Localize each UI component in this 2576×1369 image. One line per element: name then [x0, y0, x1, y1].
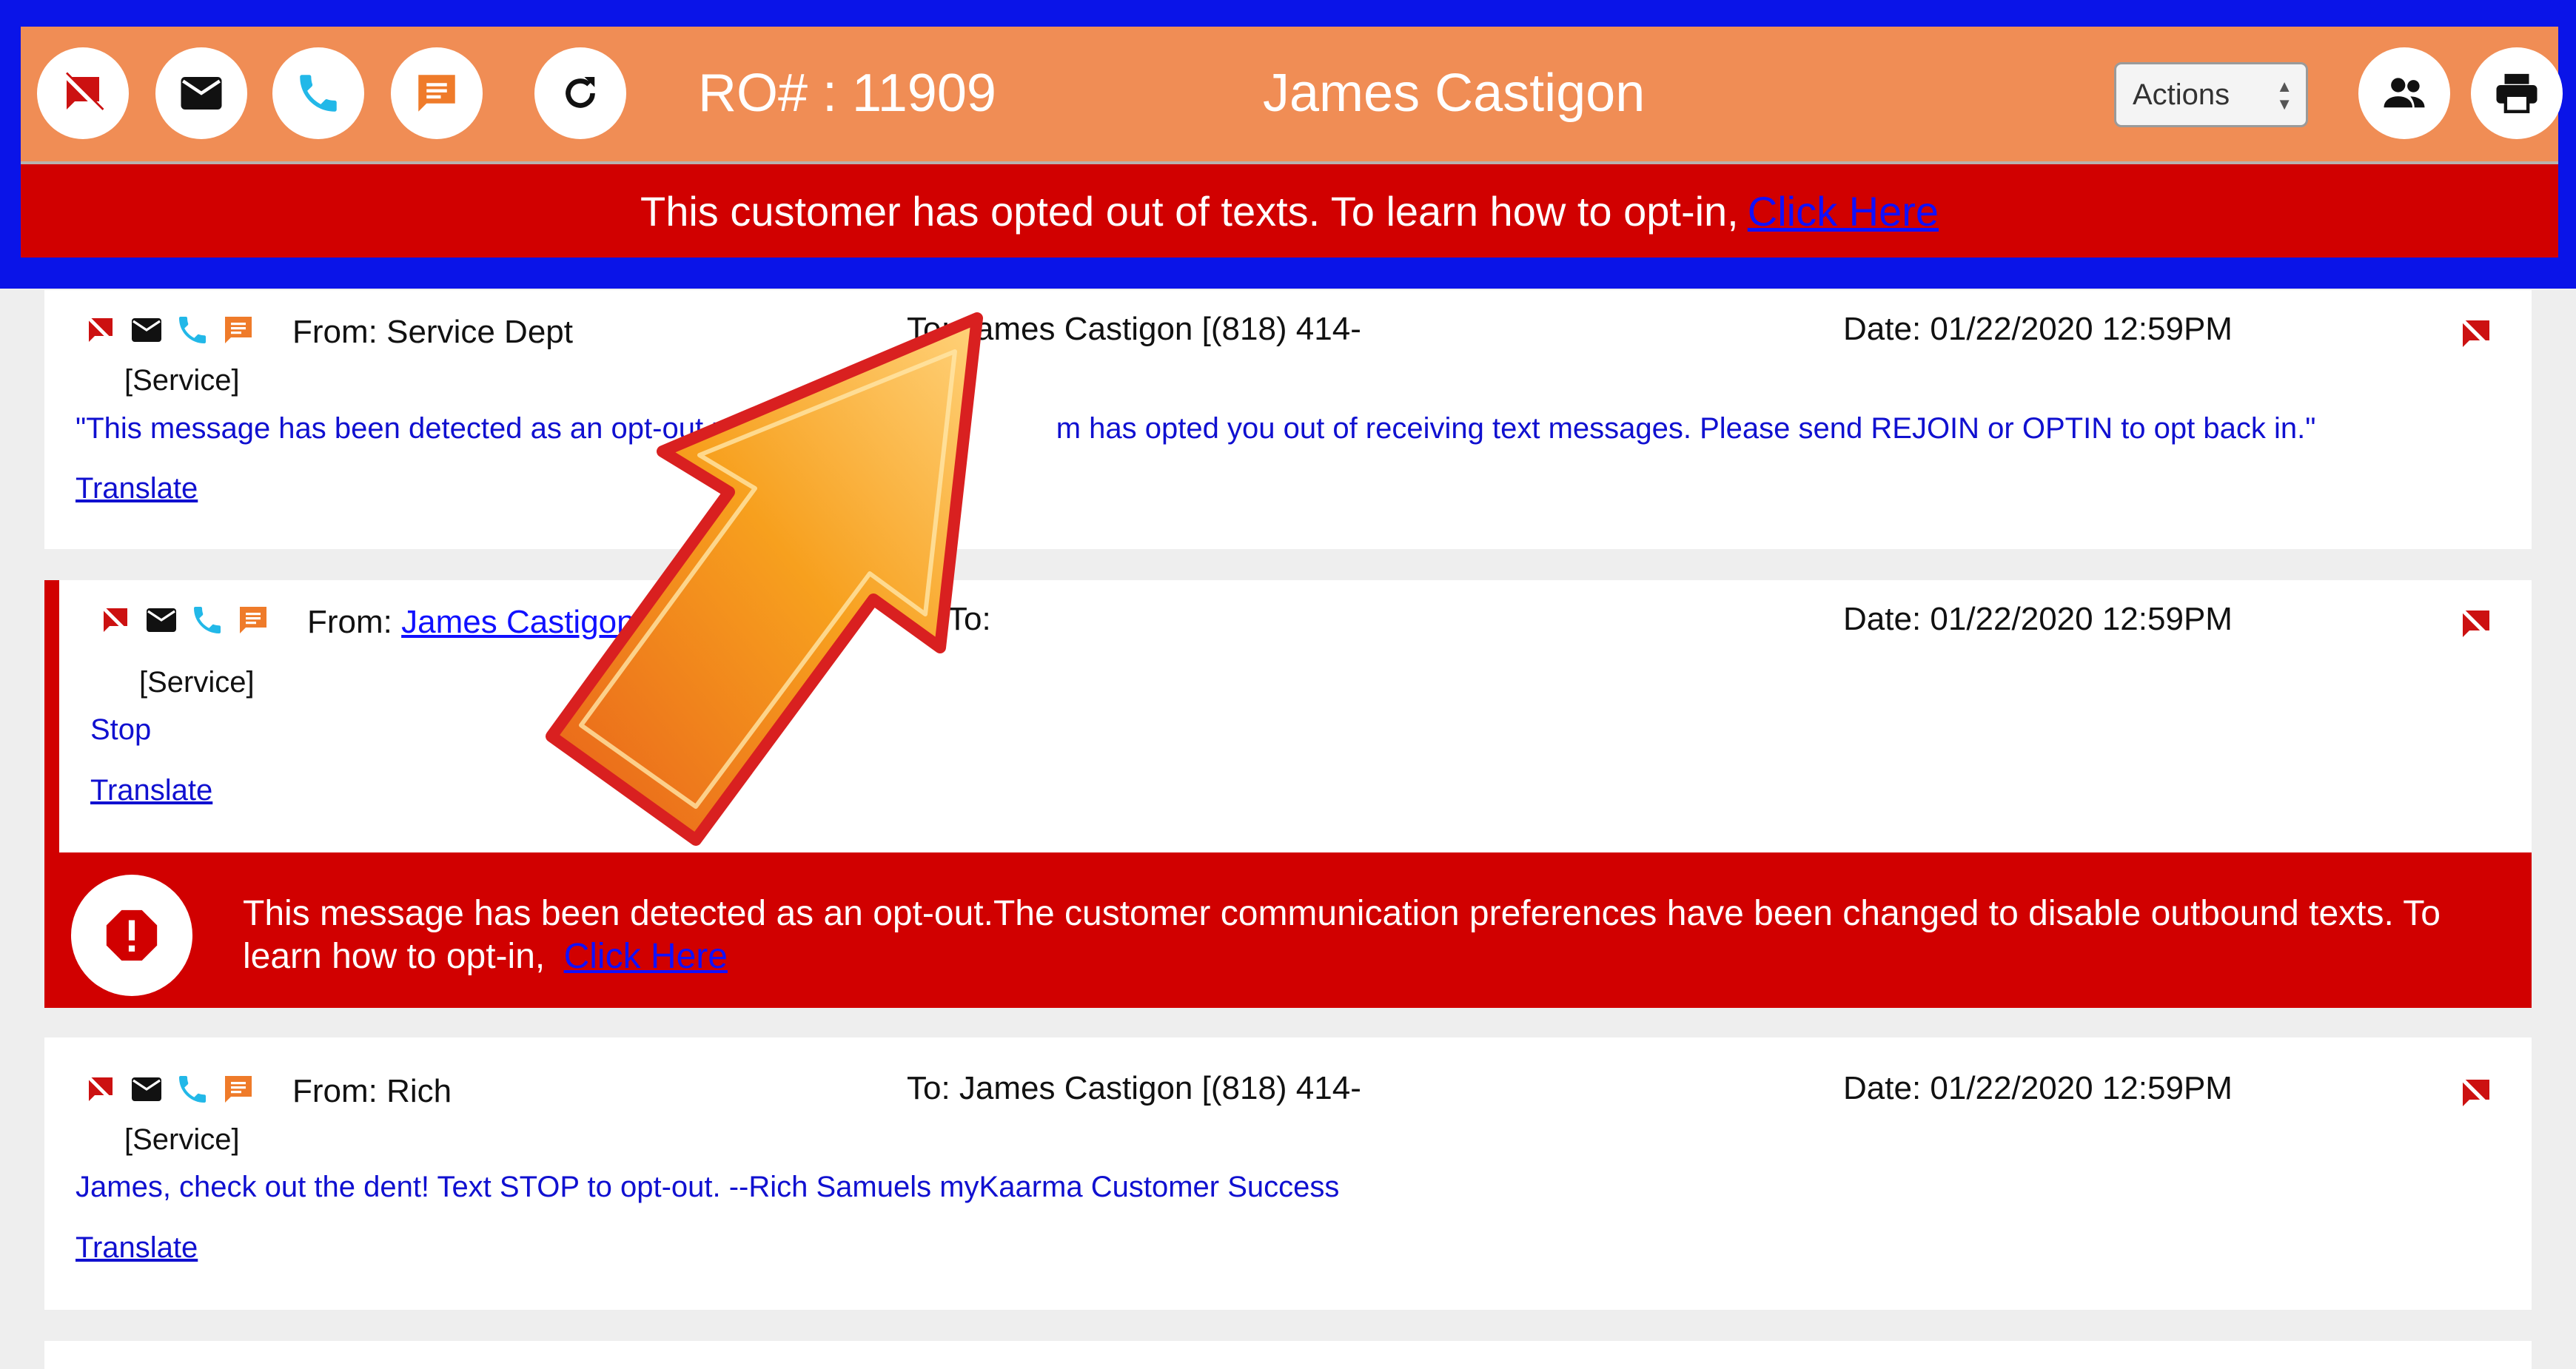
no-text-icon — [2459, 317, 2493, 351]
translate-link[interactable]: Translate — [90, 774, 212, 807]
chat-icon — [418, 75, 455, 112]
message-body: Stop — [90, 713, 152, 746]
phone-icon — [194, 607, 221, 633]
message-card-partial — [44, 1341, 2532, 1369]
arrow-pointer — [546, 312, 983, 846]
header-frame: RO# : 11909 James Castigon Actions ▲ ▼ Th… — [0, 0, 2576, 289]
group-icon — [2384, 78, 2425, 108]
chat-icon — [225, 1076, 252, 1103]
phone-icon — [179, 317, 206, 343]
select-arrows-icon: ▲ ▼ — [2276, 77, 2292, 113]
no-text-icon — [2459, 1076, 2493, 1110]
chat-icon — [225, 317, 252, 343]
opted-out-banner: This customer has opted out of texts. To… — [21, 164, 2558, 258]
alert-message: This message has been detected as an opt… — [243, 892, 2493, 978]
participants-button[interactable] — [2358, 47, 2450, 139]
message-body: James, check out the dent! Text STOP to … — [76, 1171, 1340, 1203]
message-date: Date: 01/22/2020 12:59PM — [1843, 1070, 2233, 1106]
chat-icon — [240, 607, 266, 633]
no-text-icon — [101, 605, 130, 635]
message-from-label: From: — [307, 604, 392, 640]
header-bar: RO# : 11909 James Castigon Actions ▲ ▼ — [21, 27, 2563, 164]
message-body-end: m has opted you out of receiving text me… — [1056, 412, 2316, 445]
mail-icon — [132, 318, 161, 342]
message-department: [Service] — [124, 364, 240, 397]
message-body: "This message has been detected as an op… — [76, 412, 2315, 445]
mail-icon — [132, 1077, 161, 1101]
no-text-icon — [2459, 607, 2493, 641]
alert-octagon-icon — [106, 909, 158, 961]
print-icon — [2496, 73, 2538, 113]
message-channel-icons — [83, 312, 256, 348]
alert-circle — [71, 875, 192, 996]
translate-link[interactable]: Translate — [76, 472, 198, 505]
ro-number: RO# : 11909 — [698, 64, 996, 123]
no-text-icon — [63, 72, 104, 113]
message-date: Date: 01/22/2020 12:59PM — [1843, 311, 2233, 347]
refresh-button[interactable] — [534, 47, 626, 139]
message-channel-icons — [98, 602, 271, 638]
message-department: [Service] — [139, 666, 255, 699]
message-card: From: Service Dept To: James Castigon [(… — [44, 290, 2532, 549]
message-card: From: Rich To: James Castigon [(818) 414… — [44, 1037, 2532, 1310]
message-date: Date: 01/22/2020 12:59PM — [1843, 601, 2233, 637]
message-from: From: Rich — [292, 1073, 452, 1109]
mail-icon — [181, 77, 222, 110]
alert-opt-in-link[interactable]: Click Here — [564, 937, 728, 976]
print-button[interactable] — [2471, 47, 2563, 139]
message-channel-icons — [83, 1072, 256, 1107]
actions-label: Actions — [2133, 78, 2230, 111]
no-text-button[interactable] — [37, 47, 129, 139]
no-text-icon — [86, 315, 115, 345]
message-department: [Service] — [124, 1123, 240, 1156]
opt-in-link[interactable]: Click Here — [1748, 187, 1939, 235]
refresh-icon — [566, 77, 595, 108]
translate-link[interactable]: Translate — [76, 1231, 198, 1265]
message-to: To: James Castigon [(818) 414- — [907, 1070, 1361, 1106]
customer-name: James Castigon — [1263, 64, 1646, 123]
email-button[interactable] — [155, 47, 247, 139]
opted-out-text: This customer has opted out of texts. To… — [640, 187, 1739, 235]
text-button[interactable] — [391, 47, 483, 139]
message-from: From: Service Dept — [292, 314, 573, 350]
mail-icon — [147, 608, 176, 632]
opt-out-alert: This message has been detected as an opt… — [44, 852, 2532, 1008]
no-text-icon — [86, 1074, 115, 1104]
phone-icon — [179, 1076, 206, 1103]
phone-icon — [300, 75, 337, 112]
actions-select[interactable]: Actions ▲ ▼ — [2114, 62, 2308, 127]
message-card-optout: From: James Castigon[( To: Date: 01/22/2… — [44, 580, 2532, 852]
call-button[interactable] — [272, 47, 364, 139]
